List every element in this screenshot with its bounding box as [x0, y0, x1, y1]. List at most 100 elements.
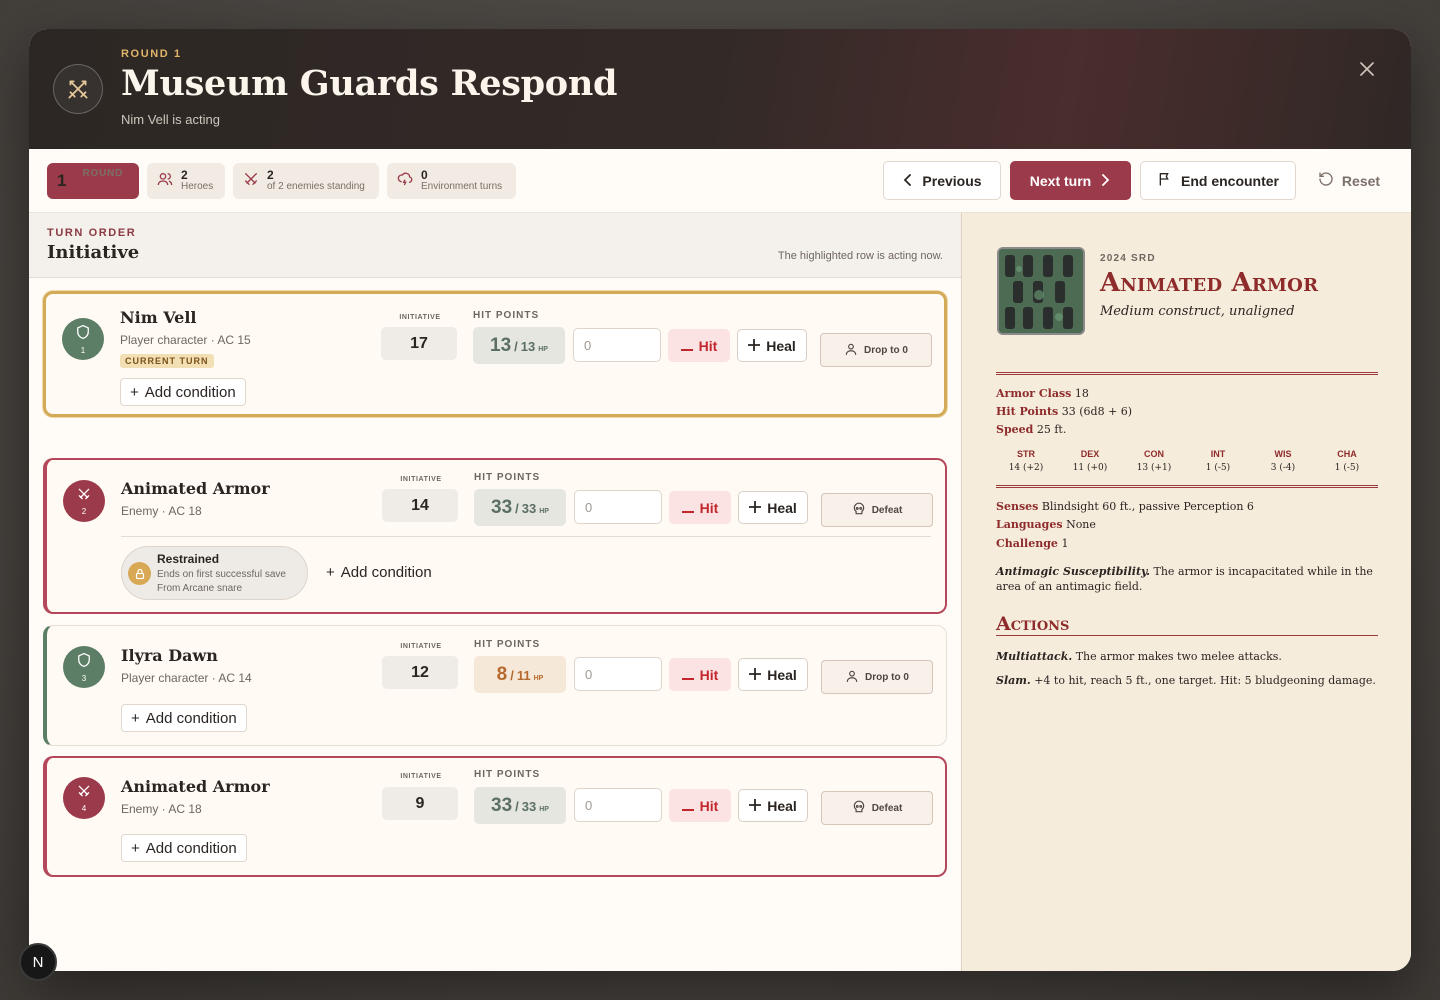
- skull-icon: [852, 502, 866, 519]
- ability-score: CHA 1 (-5): [1317, 449, 1377, 473]
- combatant-row[interactable]: 3 Ilyra Dawn Player character · AC 14 + …: [43, 625, 947, 746]
- armor-class-line: Armor Class 18: [996, 387, 1089, 400]
- initiative-label: INITIATIVE: [400, 643, 442, 650]
- reset-icon: [1318, 171, 1334, 190]
- trait-antimagic: Antimagic Susceptibility. The armor is i…: [996, 564, 1378, 594]
- next-turn-button[interactable]: Next turn: [1010, 161, 1131, 200]
- defeat-label: Defeat: [871, 802, 903, 814]
- combatant-meta: Player character · AC 14: [121, 671, 252, 685]
- speed-label: Speed: [996, 423, 1034, 436]
- hit-points-label: HIT POINTS: [474, 769, 541, 780]
- condition-name: Restrained: [157, 552, 220, 566]
- round-stat: 1 ROUND: [47, 163, 139, 199]
- encounter-title: Museum Guards Respond: [121, 63, 618, 104]
- heal-button[interactable]: Heal: [738, 491, 808, 524]
- condition-duration: Ends on first successful save: [157, 569, 286, 580]
- statblock-panel: 2024 SRD Animated Armor Medium construct…: [961, 213, 1411, 971]
- environment-count: 0: [421, 168, 428, 182]
- hp-amount-input[interactable]: 0: [574, 657, 662, 691]
- previous-button[interactable]: Previous: [883, 161, 1001, 200]
- defeat-button[interactable]: Defeat: [821, 791, 933, 825]
- ability-score: CON 13 (+1): [1124, 449, 1184, 473]
- add-condition-label: Add condition: [144, 383, 236, 401]
- shield-icon: [77, 652, 91, 673]
- senses-line: Senses Blindsight 60 ft., passive Percep…: [996, 500, 1254, 513]
- hit-label: Hit: [698, 337, 718, 354]
- initiative-value: 17: [381, 327, 457, 360]
- highlight-note: The highlighted row is acting now.: [777, 250, 943, 262]
- end-encounter-button[interactable]: End encounter: [1140, 161, 1296, 200]
- hp-amount-input[interactable]: 0: [574, 788, 662, 822]
- hp-display: 33 / 33 HP: [474, 787, 566, 824]
- actions-rule: [996, 635, 1378, 636]
- hit-points-value: 33 (6d8 + 6): [1061, 405, 1133, 418]
- ability-value: 1 (-5): [1334, 463, 1360, 473]
- plus-icon: +: [131, 839, 140, 857]
- enemies-label: of 2 enemies standing: [267, 181, 365, 192]
- combatant-row[interactable]: 2 Animated Armor Enemy · AC 18 INITIATIV…: [43, 458, 947, 614]
- add-condition-label: Add condition: [340, 563, 432, 581]
- hp-current: 8: [496, 664, 508, 685]
- hp-amount-input[interactable]: 0: [573, 328, 661, 362]
- hit-button[interactable]: Hit: [669, 789, 731, 822]
- next-turn-label: Next turn: [1029, 172, 1092, 189]
- heroes-count: 2: [181, 168, 188, 182]
- hit-button[interactable]: Hit: [669, 491, 731, 524]
- add-condition-button[interactable]: + Add condition: [120, 378, 246, 406]
- condition-chip[interactable]: Restrained Ends on first successful save…: [121, 546, 308, 600]
- monster-portrait: [997, 247, 1085, 335]
- plus-icon: [749, 667, 762, 683]
- encounter-header: ROUND 1 Museum Guards Respond Nim Vell i…: [29, 29, 1411, 149]
- defeat-button[interactable]: Defeat: [821, 493, 933, 527]
- armor-class-label: Armor Class: [996, 387, 1072, 400]
- heal-button[interactable]: Heal: [738, 658, 808, 691]
- enemies-count: 2: [267, 168, 274, 182]
- drop-to-zero-label: Drop to 0: [864, 344, 908, 356]
- combatant-row[interactable]: 1 Nim Vell Player character · AC 15 CURR…: [43, 291, 947, 417]
- ability-score: WIS 3 (-4): [1253, 449, 1313, 473]
- challenge-value: 1: [1061, 537, 1069, 550]
- hp-separator: /: [514, 339, 518, 354]
- combatant-meta: Enemy · AC 18: [121, 504, 202, 518]
- ability-value: 1 (-5): [1205, 463, 1231, 473]
- drop-to-zero-label: Drop to 0: [865, 671, 909, 683]
- turn-index: 2: [81, 506, 87, 516]
- plus-icon: [749, 798, 762, 814]
- hp-unit: HP: [533, 675, 544, 682]
- dev-tools-badge[interactable]: N: [19, 943, 57, 981]
- statblock-rule: [996, 372, 1378, 375]
- statblock-rule: [996, 485, 1378, 488]
- add-condition-button[interactable]: + Add condition: [121, 704, 247, 732]
- minus-icon: [680, 338, 693, 354]
- acting-subtitle: Nim Vell is acting: [121, 112, 220, 127]
- ability-value: 13 (+1): [1136, 463, 1172, 473]
- drop-to-zero-button[interactable]: Drop to 0: [821, 660, 933, 694]
- defeat-label: Defeat: [871, 504, 903, 516]
- chevron-right-icon: [1099, 173, 1111, 189]
- add-condition-button[interactable]: + Add condition: [317, 558, 441, 586]
- initiative-label: INITIATIVE: [400, 476, 442, 483]
- drop-to-zero-button[interactable]: Drop to 0: [820, 333, 932, 367]
- shield-icon: [76, 324, 90, 345]
- initiative-value: 12: [382, 656, 458, 689]
- close-icon[interactable]: [1357, 59, 1377, 79]
- hp-display: 13 / 13 HP: [473, 327, 565, 364]
- hp-unit: HP: [539, 508, 549, 515]
- reset-label: Reset: [1341, 172, 1381, 189]
- minus-icon: [681, 500, 694, 516]
- initiative-title: Initiative: [47, 242, 140, 263]
- hp-unit: HP: [539, 806, 549, 813]
- action-name: Multiattack.: [996, 650, 1073, 663]
- initiative-label: INITIATIVE: [400, 773, 442, 780]
- hit-button[interactable]: Hit: [668, 329, 730, 362]
- add-condition-button[interactable]: + Add condition: [121, 834, 247, 862]
- hp-amount-input[interactable]: 0: [574, 490, 662, 524]
- minus-icon: [681, 667, 694, 683]
- combatant-meta: Player character · AC 15: [120, 333, 251, 347]
- heal-button[interactable]: Heal: [737, 329, 807, 362]
- combatant-row[interactable]: 4 Animated Armor Enemy · AC 18 + Add con…: [43, 756, 947, 877]
- heal-button[interactable]: Heal: [738, 789, 808, 822]
- heal-label: Heal: [767, 666, 797, 683]
- hit-button[interactable]: Hit: [669, 658, 731, 691]
- reset-button[interactable]: Reset: [1307, 161, 1391, 200]
